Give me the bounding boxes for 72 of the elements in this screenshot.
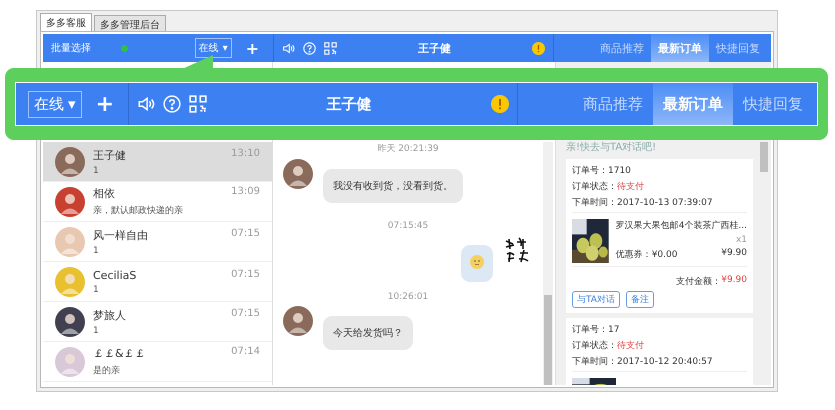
message-bubble: 今天给发货吗？ xyxy=(323,316,413,350)
order-hint: 亲!快去与TA对话吧! xyxy=(566,140,658,154)
avatar xyxy=(55,306,85,336)
app-tab[interactable]: 多多客服 xyxy=(40,13,92,31)
message-time: 07:15 xyxy=(231,268,260,282)
scrollbar[interactable] xyxy=(543,142,553,385)
batch-select-label[interactable]: 批量选择 xyxy=(51,41,91,55)
help-icon[interactable] xyxy=(163,95,181,113)
panel-tab[interactable]: 快捷回复 xyxy=(733,83,813,125)
app-tab[interactable]: 多多管理后台 xyxy=(94,15,166,31)
order-action-button[interactable]: 与TA对话 xyxy=(572,291,620,308)
order-time: 下单时间：2017-10-13 07:39:07 xyxy=(572,196,714,209)
message-preview: 1 xyxy=(93,284,100,294)
qr-code-icon[interactable] xyxy=(189,95,207,113)
contact-name: 王子健 xyxy=(326,94,372,114)
message-preview: 1 xyxy=(93,166,100,176)
contact-name: CeciliaS xyxy=(93,268,136,282)
qr-code-icon[interactable] xyxy=(324,42,337,54)
contact-name: 风一样自由 xyxy=(93,228,148,242)
message-time: 07:15 xyxy=(231,228,260,240)
order-number: 订单号：17 xyxy=(572,324,620,336)
speaker-icon[interactable] xyxy=(282,42,295,54)
order-time: 下单时间：2017-10-12 20:40:57 xyxy=(572,356,714,368)
message-time: 10:26:01 xyxy=(386,292,430,302)
payment-amount: 支付金额：¥9.90 xyxy=(572,266,747,288)
message-time: 13:09 xyxy=(231,186,260,199)
contact-name: 梦旅人 xyxy=(93,308,126,322)
message-bubble: 我没有收到货，没看到货。 xyxy=(323,169,463,203)
order-status: 订单状态：待支付 xyxy=(572,180,645,193)
order-action-button[interactable]: 备注 xyxy=(626,291,654,308)
message-preview: 亲，默认邮政快递的亲 xyxy=(93,204,184,217)
status-dropdown[interactable]: 在线 ▾ xyxy=(194,38,232,58)
message-time: 07:14 xyxy=(231,346,260,359)
message-preview: 是的亲 xyxy=(93,364,121,377)
coupon-amount: 优惠券：¥0.00 xyxy=(616,248,678,261)
warning-icon[interactable] xyxy=(532,42,545,54)
add-button[interactable]: + xyxy=(90,92,120,116)
message-preview: 1 xyxy=(93,246,100,256)
online-status-dot xyxy=(121,44,128,52)
order-status: 订单状态：待支付 xyxy=(572,340,645,352)
contact-name: ￡￡&￡￡ xyxy=(93,346,146,361)
contact-name: 王子健 xyxy=(93,148,126,162)
message-preview: 1 xyxy=(93,326,100,336)
warning-icon[interactable] xyxy=(491,95,509,113)
avatar xyxy=(283,159,313,189)
help-icon[interactable] xyxy=(303,42,316,54)
panel-tab[interactable]: 最新订单 xyxy=(653,83,733,125)
conversation-item[interactable]: 王子健 13:10 1 xyxy=(43,142,272,182)
panel-tab[interactable]: 快捷回复 xyxy=(709,34,767,62)
product-quantity: x1 xyxy=(734,235,747,245)
product-price: ¥9.90 xyxy=(721,248,747,260)
add-button[interactable]: + xyxy=(240,38,265,58)
avatar xyxy=(55,346,85,376)
product-title: 罗汉果大果包邮4个装茶广西桂... xyxy=(616,220,747,232)
contact-name: 王子健 xyxy=(417,40,452,56)
panel-tab[interactable]: 商品推荐 xyxy=(593,34,651,62)
avatar xyxy=(283,306,313,336)
avatar xyxy=(55,186,85,216)
message-time: 07:15 xyxy=(231,308,260,320)
status-dropdown[interactable]: 在线 ▾ xyxy=(28,90,82,118)
smiley-icon xyxy=(470,255,484,269)
avatar xyxy=(55,266,85,296)
avatar xyxy=(55,146,85,176)
contact-name: 相依 xyxy=(93,186,115,201)
order-number: 订单号：1710 xyxy=(572,164,632,177)
speaker-icon[interactable] xyxy=(137,95,155,113)
message-time: 13:10 xyxy=(231,148,260,160)
message-time: 昨天 20:21:39 xyxy=(376,142,440,155)
message-time: 07:15:45 xyxy=(386,221,430,231)
avatar xyxy=(55,226,85,256)
panel-tab[interactable]: 最新订单 xyxy=(651,34,709,62)
panel-tab[interactable]: 商品推荐 xyxy=(573,83,653,125)
